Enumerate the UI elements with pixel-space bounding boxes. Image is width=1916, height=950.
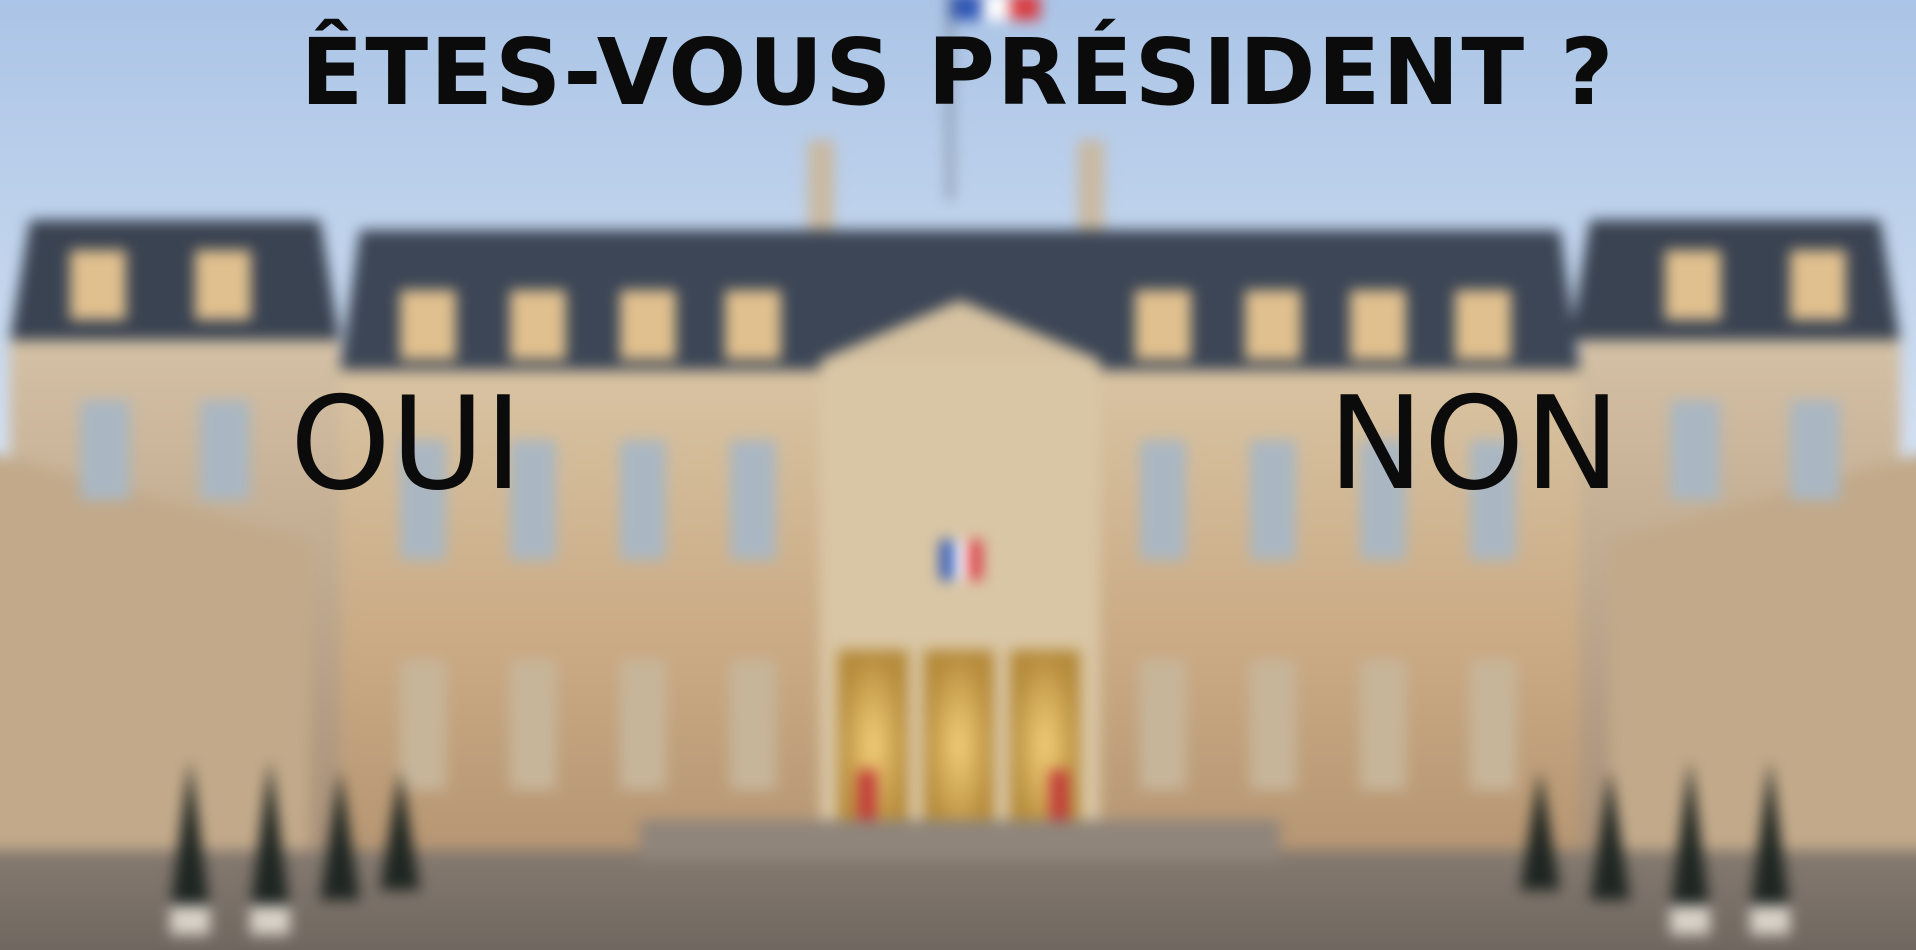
answer-yes-button[interactable]: OUI <box>290 375 530 515</box>
question-title: ÊTES-VOUS PRÉSIDENT ? <box>300 19 1616 126</box>
answer-no-button[interactable]: NON <box>1328 375 1648 515</box>
